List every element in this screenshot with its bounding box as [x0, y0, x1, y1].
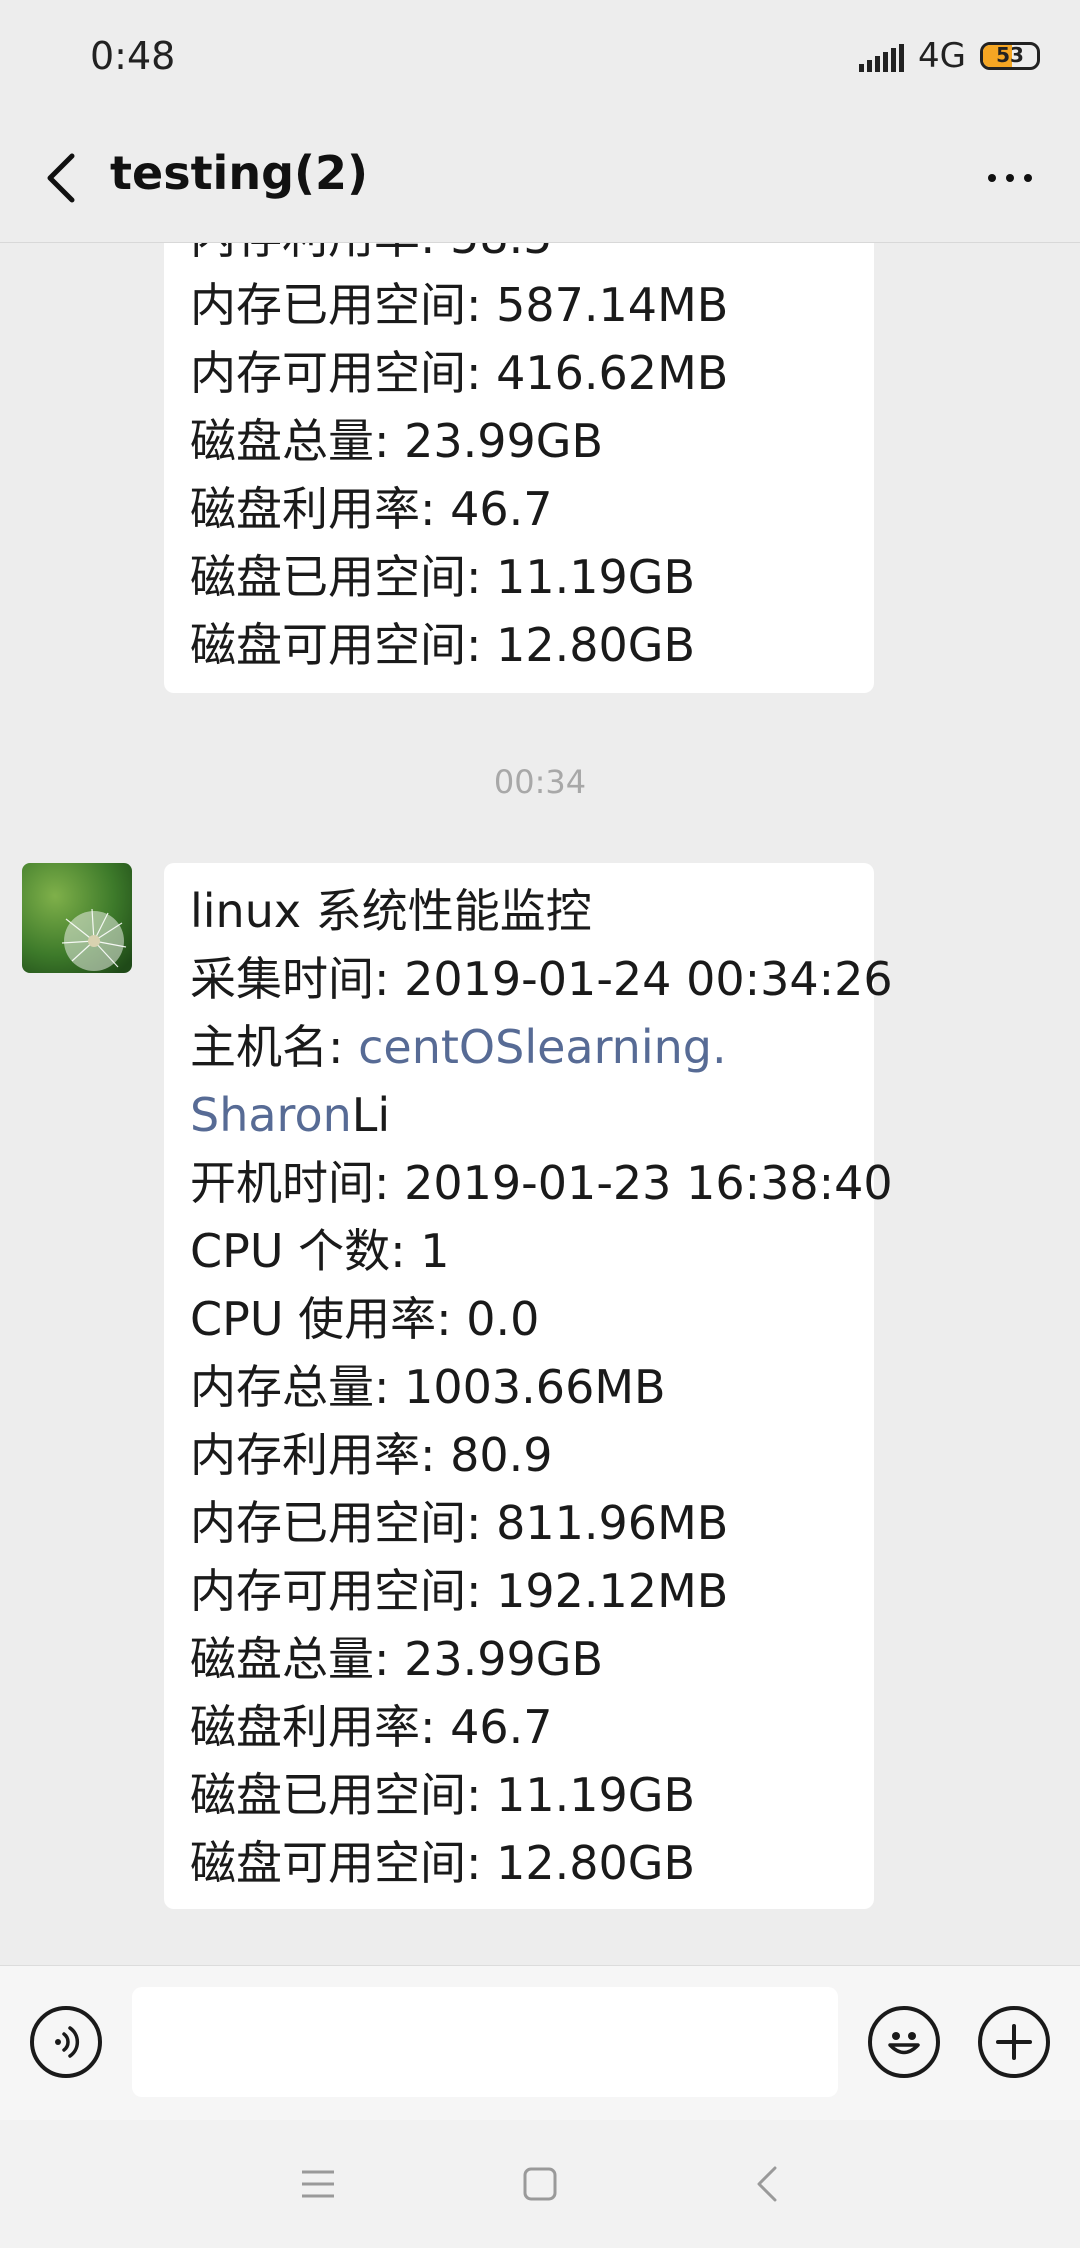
system-nav-bar — [0, 2120, 1080, 2248]
chevron-left-icon — [47, 153, 75, 203]
plus-button[interactable] — [978, 2006, 1050, 2078]
message-line: 磁盘已用空间: 11.19GB — [190, 550, 696, 604]
back-triangle-icon — [757, 2166, 777, 2202]
voice-icon — [55, 2026, 80, 2058]
hostname-label: 主机名: — [190, 1020, 359, 1074]
menu-button[interactable] — [288, 2154, 348, 2214]
system-back-button[interactable] — [736, 2154, 796, 2214]
message-line: 磁盘可用空间: 12.80GB — [190, 618, 696, 672]
message-timestamp: 00:34 — [493, 763, 587, 801]
voice-button[interactable] — [30, 2006, 102, 2078]
dandelion-avatar-icon — [22, 863, 132, 973]
message-line: 内存总量: 1003.66MB — [190, 1360, 666, 1414]
chat-title: testing(2) — [110, 146, 369, 200]
emoji-button[interactable] — [868, 2006, 940, 2078]
message-line: 磁盘总量: 23.99GB — [190, 1632, 604, 1686]
message-line: 内存已用空间: 811.96MB — [190, 1496, 729, 1550]
message-line: 内存可用空间: 416.62MB — [190, 346, 729, 400]
hostname-rest: Li — [351, 1088, 391, 1142]
more-button[interactable] — [970, 146, 1050, 210]
message-line: 内存利用率: 58.5 — [190, 243, 848, 271]
message-input[interactable] — [132, 1987, 838, 2097]
message-line: 内存可用空间: 192.12MB — [190, 1564, 729, 1618]
message-line: 内存已用空间: 587.14MB — [190, 278, 729, 332]
message-line: 开机时间: 2019-01-23 16:38:40 — [190, 1156, 893, 1210]
message-line: CPU 使用率: 0.0 — [190, 1292, 540, 1346]
network-type: 4G — [918, 36, 966, 76]
menu-icon — [302, 2170, 334, 2198]
battery-icon: 53 — [980, 42, 1040, 70]
message-line: 内存利用率: 80.9 — [190, 1428, 553, 1482]
message-line: 磁盘总量: 23.99GB — [190, 414, 604, 468]
battery-level: 53 — [996, 43, 1024, 67]
status-icons: 4G 53 — [859, 36, 1040, 76]
status-bar: 0:48 4G 53 — [0, 0, 1080, 118]
message-line: 磁盘已用空间: 11.19GB — [190, 1768, 696, 1822]
message-title: linux 系统性能监控 — [190, 884, 592, 938]
hostname-line: 主机名: centOSlearning. — [190, 1013, 848, 1081]
status-time: 0:48 — [90, 34, 176, 78]
avatar[interactable] — [22, 863, 132, 973]
hostname-link-2[interactable]: Sharon — [190, 1088, 352, 1142]
message-bubble[interactable]: linux 系统性能监控 采集时间: 2019-01-24 00:34:26 主… — [164, 863, 893, 1909]
chat-header: testing(2) — [0, 118, 1080, 243]
home-button[interactable] — [510, 2154, 570, 2214]
home-square-icon — [523, 2167, 557, 2201]
hostname-link[interactable]: centOSlearning. — [358, 1020, 726, 1074]
message-lines: 开机时间: 2019-01-23 16:38:40 CPU 个数: 1 CPU 使用… — [190, 1149, 893, 1897]
more-dots-icon — [988, 174, 996, 182]
message-line: 磁盘利用率: 46.7 — [190, 482, 553, 536]
message-bubble[interactable]: 内存利用率: 58.5 内存已用空间: 587.14MB 内存可用空间: 416.6… — [164, 243, 874, 693]
emoji-icon — [888, 2032, 920, 2055]
plus-icon — [996, 2024, 1032, 2060]
message-line: 磁盘利用率: 46.7 — [190, 1700, 553, 1754]
message-line: CPU 个数: 1 — [190, 1224, 450, 1278]
input-bar — [0, 1965, 1080, 2121]
hostname-line-2: SharonLi — [190, 1081, 848, 1149]
message-line: 磁盘可用空间: 12.80GB — [190, 1836, 696, 1890]
back-button[interactable] — [30, 146, 94, 210]
collect-time: 采集时间: 2019-01-24 00:34:26 — [190, 952, 893, 1006]
signal-icon — [859, 40, 905, 72]
chat-area[interactable]: 内存利用率: 58.5 内存已用空间: 587.14MB 内存可用空间: 416.6… — [0, 243, 1080, 1965]
